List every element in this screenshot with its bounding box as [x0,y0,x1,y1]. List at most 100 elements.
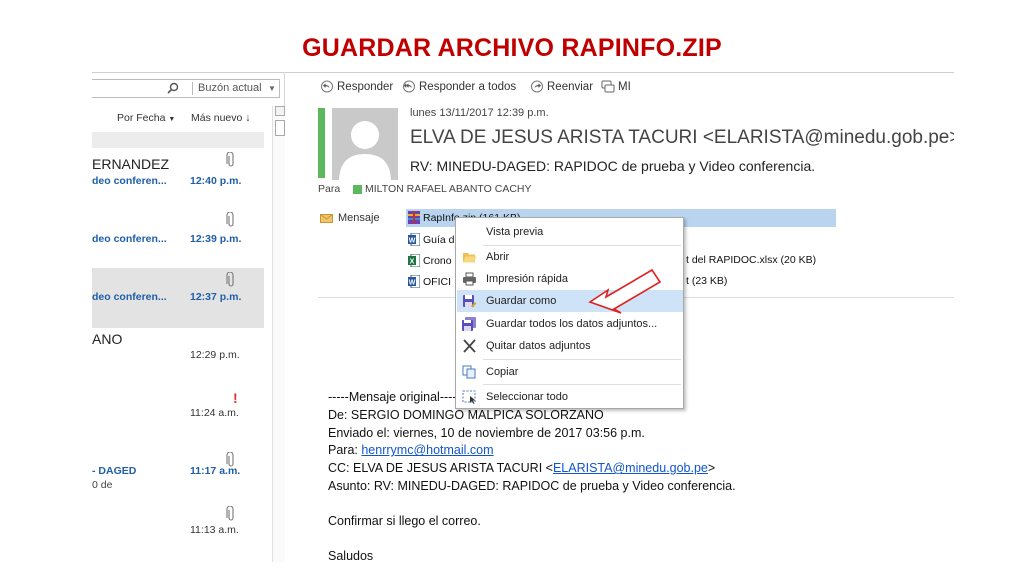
sort-by-dropdown[interactable]: Por Fecha ▼ [117,112,175,124]
menu-item-label: Copiar [486,366,519,378]
message-subject: - DAGED [92,465,137,477]
body-signoff: Saludos [328,548,374,562]
to-email-link[interactable]: henrrymc@hotmail.com [361,443,493,457]
attachment-word-1[interactable]: W Guía d [408,233,455,246]
im-icon [601,80,615,93]
sender-presence-bar [318,108,325,178]
list-item[interactable]: ANO 12:29 p.m. [92,328,264,388]
message-tab[interactable]: Mensaje [320,212,380,224]
cc-email-link[interactable]: ELARISTA@minedu.gob.pe [553,461,708,475]
presence-icon [353,185,362,194]
menu-divider [483,359,681,360]
message-time: 12:29 p.m. [190,349,240,361]
copy-icon [462,365,476,379]
envelope-icon [320,214,333,223]
original-sent: Enviado el: viernes, 10 de noviembre de … [328,425,645,440]
chevron-down-icon[interactable]: ▼ [268,84,276,93]
reply-icon [321,80,333,93]
original-subject: Asunto: RV: MINEDU-DAGED: RAPIDOC de pru… [328,478,736,493]
original-cc-end: > [707,461,716,476]
original-cc: CC: ELVA DE JESUS ARISTA TACURI <ELARIST… [328,460,736,478]
email-to[interactable]: MILTON RAFAEL ABANTO CACHY [365,183,532,195]
message-preview: 0 de [92,479,113,491]
menu-divider [483,384,681,385]
paperclip-icon [226,272,234,287]
im-button[interactable]: MI [601,80,631,93]
message-subject: deo conferen... [92,233,167,245]
reply-all-icon [403,80,415,93]
person-icon [339,121,391,180]
message-time: 11:17 a.m. [190,465,241,477]
scroll-up-icon[interactable] [275,106,285,116]
menu-item-abrir[interactable]: Abrir [457,246,683,268]
search-box[interactable]: Buzón actual ▼ [92,79,280,98]
forward-icon [531,80,543,93]
email-body: -----Mensaje original----- De: SERGIO DO… [328,389,736,562]
menu-item-label: Seleccionar todo [486,391,568,403]
message-sender: ERNANDEZ [92,156,170,172]
forward-button[interactable]: Reenviar [530,80,593,93]
excel-icon: X [408,254,420,267]
group-header [92,132,264,148]
scroll-thumb[interactable] [275,120,285,136]
svg-text:W: W [409,280,416,287]
save-all-icon [462,317,476,331]
original-to: Para: henrrymc@hotmail.com [328,442,736,460]
paperclip-icon [226,506,234,521]
menu-item-label: Guardar como [486,295,557,307]
callout-arrow-icon [588,268,662,314]
menu-item-seleccionar-todo[interactable]: Seleccionar todo [457,386,683,408]
sort-bar: Por Fecha ▼ Más nuevo ↓ [92,106,264,130]
paperclip-icon [226,212,234,227]
svg-text:W: W [409,238,416,245]
menu-item-guardar-todos[interactable]: Guardar todos los datos adjuntos... [457,313,683,335]
list-item[interactable]: ! 11:24 a.m. [92,388,264,448]
reply-button[interactable]: Responder [320,80,393,93]
attachment-word-2[interactable]: W OFICI [408,275,451,288]
attachment-excel-tail: t del RAPIDOC.xlsx (20 KB) [686,254,817,266]
list-item[interactable]: ERNANDEZ deo conferen... 12:40 p.m. [92,148,264,208]
message-subject: deo conferen... [92,175,167,187]
menu-item-label: Guardar todos los datos adjuntos... [486,318,658,330]
email-date: lunes 13/11/2017 12:39 p.m. [410,107,549,119]
arrow-down-icon: ↓ [245,112,251,124]
reply-all-label: Responder a todos [419,81,517,93]
original-cc-label: CC: ELVA DE JESUS ARISTA TACURI < [328,461,553,476]
message-list: Buzón actual ▼ Por Fecha ▼ Más nuevo ↓ E… [92,72,285,562]
reply-label: Responder [337,81,394,93]
attachment-name: Crono [423,255,452,267]
list-item-selected[interactable]: deo conferen... 12:37 p.m. [92,268,264,328]
menu-item-copiar[interactable]: Copiar [457,361,683,383]
forward-label: Reenviar [547,81,594,93]
avatar[interactable] [332,108,398,180]
email-from[interactable]: ELVA DE JESUS ARISTA TACURI <ELARISTA@mi… [410,127,954,149]
message-subject: deo conferen... [92,291,167,303]
list-item[interactable]: deo conferen... 12:39 p.m. [92,208,264,268]
attachment-name: Guía d [423,234,455,246]
to-label: Para [318,183,341,195]
message-time: 12:40 p.m. [190,175,242,187]
attachment-excel[interactable]: X Crono [408,254,452,267]
printer-icon [463,272,476,286]
original-from: De: SERGIO DOMINGO MALPICA SOLORZANO [328,407,604,422]
message-tab-label: Mensaje [338,212,380,224]
search-scope[interactable]: Buzón actual [198,82,262,94]
list-scrollbar[interactable] [272,106,285,562]
attachment-word-tail: t (23 KB) [686,275,728,287]
word-icon: W [408,233,420,246]
search-icon[interactable] [167,82,179,94]
list-item[interactable]: 11:13 a.m. [92,502,264,562]
reply-all-button[interactable]: Responder a todos [402,80,516,93]
word-icon: W [408,275,420,288]
menu-item-quitar-adjuntos[interactable]: Quitar datos adjuntos [457,335,683,357]
sort-order-toggle[interactable]: Más nuevo ↓ [191,112,251,124]
menu-item-label: Quitar datos adjuntos [486,340,591,352]
list-item[interactable]: - DAGED 11:17 a.m. 0 de [92,448,264,508]
slide-title: GUARDAR ARCHIVO RAPINFO.ZIP [302,34,722,62]
message-sender: ANO [92,331,123,347]
menu-item-vista-previa[interactable]: Vista previa [457,221,683,243]
search-separator [192,82,193,95]
email-subject: RV: MINEDU-DAGED: RAPIDOC de prueba y Vi… [410,158,816,174]
message-time: 11:24 a.m. [190,407,239,419]
